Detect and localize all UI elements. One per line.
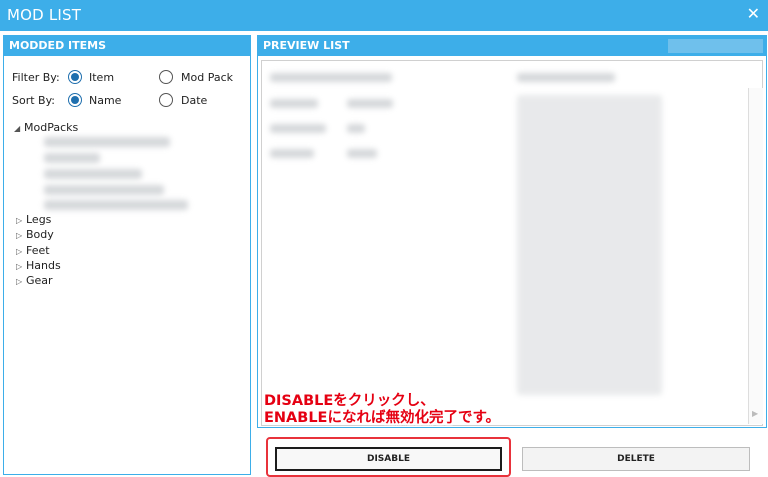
tree-node-legs[interactable]: ▷ Legs [16,213,51,226]
blurred-preview-text [347,124,365,133]
collapsed-triangle-icon[interactable]: ▷ [16,277,26,286]
tree-node-hands[interactable]: ▷ Hands [16,259,61,272]
filter-label: Filter By: [12,71,60,84]
filter-modpack-label[interactable]: Mod Pack [181,71,233,89]
modded-items-panel: MODDED ITEMS Filter By: Item Mod Pack So… [3,35,251,475]
blurred-modpack-entry [44,169,142,179]
blurred-preview-text [517,73,615,82]
tree-node-modpacks[interactable]: ◢ ModPacks [14,121,78,134]
window-title: MOD LIST [7,6,82,24]
annotation-line-2: ENABLEになれば無効化完了です。 [264,410,501,426]
preview-scrollbar[interactable]: ▶ [748,88,763,424]
sort-name-radio[interactable] [68,93,82,107]
disable-button[interactable]: DISABLE [275,447,502,471]
delete-button[interactable]: DELETE [522,447,750,471]
filter-item-radio[interactable] [68,70,82,84]
modded-items-header: MODDED ITEMS [4,36,250,56]
collapsed-triangle-icon[interactable]: ▷ [16,231,26,240]
scroll-down-icon[interactable]: ▶ [752,409,758,418]
tree-node-label: Feet [26,244,50,257]
header-accent-box [668,39,763,53]
annotation-line-1: DISABLEをクリックし、 [264,393,435,409]
sort-date-radio[interactable] [159,93,173,107]
tree-node-label: Body [26,228,54,241]
blurred-preview-text [270,99,318,108]
preview-list-panel: PREVIEW LIST ▶ [257,35,767,428]
sort-name-label[interactable]: Name [89,94,121,112]
collapsed-triangle-icon[interactable]: ▷ [16,216,26,225]
tree-node-label: Gear [26,274,53,287]
title-bar: MOD LIST ✕ [0,0,768,31]
tree-node-label: Hands [26,259,61,272]
sort-date-label[interactable]: Date [181,94,207,112]
tree-node-label: Legs [26,213,52,226]
collapsed-triangle-icon[interactable]: ▷ [16,262,26,271]
blurred-preview-text [270,124,326,133]
sort-label: Sort By: [12,94,56,107]
tree-node-feet[interactable]: ▷ Feet [16,244,50,257]
blurred-preview-text [270,73,392,82]
blurred-modpack-entry [44,200,188,210]
blurred-modpack-entry [44,137,170,147]
tree-node-gear[interactable]: ▷ Gear [16,274,53,287]
blurred-modpack-entry [44,185,164,195]
blurred-preview-text [347,149,377,158]
blurred-preview-text [517,95,662,395]
blurred-preview-text [270,149,314,158]
close-icon[interactable]: ✕ [747,5,760,23]
preview-list-area[interactable] [261,60,763,426]
tree-node-body[interactable]: ▷ Body [16,228,54,241]
collapsed-triangle-icon[interactable]: ▷ [16,247,26,256]
blurred-preview-text [347,99,393,108]
filter-item-label[interactable]: Item [89,71,114,89]
blurred-modpack-entry [44,153,100,163]
expanded-triangle-icon[interactable]: ◢ [14,124,24,133]
filter-modpack-radio[interactable] [159,70,173,84]
tree-node-label: ModPacks [24,121,79,134]
